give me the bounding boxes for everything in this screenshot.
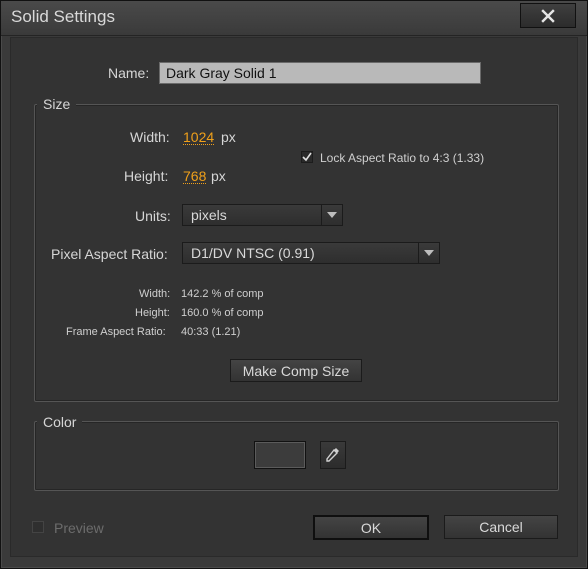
close-icon bbox=[541, 8, 555, 23]
chevron-down-icon bbox=[321, 205, 342, 225]
info-width-value: 142.2 % of comp bbox=[181, 288, 264, 300]
units-dropdown[interactable]: pixels bbox=[182, 204, 343, 226]
height-unit: px bbox=[211, 168, 226, 184]
preview-label: Preview bbox=[54, 520, 104, 536]
info-width-label: Width: bbox=[139, 288, 171, 300]
pixel-aspect-ratio-label: Pixel Aspect Ratio: bbox=[51, 246, 168, 262]
name-input[interactable] bbox=[159, 62, 481, 84]
solid-settings-dialog: Solid Settings Name: Size Width: 1024 px… bbox=[0, 0, 588, 569]
eyedropper-icon bbox=[326, 448, 339, 462]
units-label: Units: bbox=[135, 208, 171, 224]
pixel-aspect-ratio-dropdown[interactable]: D1/DV NTSC (0.91) bbox=[182, 242, 440, 264]
units-value: pixels bbox=[191, 207, 227, 223]
chevron-down-icon bbox=[418, 243, 439, 263]
title-bar: Solid Settings bbox=[1, 1, 587, 36]
width-unit: px bbox=[221, 129, 236, 145]
info-height-value: 160.0 % of comp bbox=[181, 307, 264, 319]
make-comp-size-button[interactable]: Make Comp Size bbox=[230, 359, 362, 382]
color-group-title: Color bbox=[37, 414, 83, 430]
ok-button[interactable]: OK bbox=[313, 515, 429, 540]
cancel-button[interactable]: Cancel bbox=[444, 515, 558, 539]
info-frame-aspect-label: Frame Aspect Ratio: bbox=[66, 326, 166, 338]
close-button[interactable] bbox=[520, 3, 576, 28]
info-frame-aspect-value: 40:33 (1.21) bbox=[181, 326, 241, 338]
width-label: Width: bbox=[130, 129, 170, 145]
checkmark-icon bbox=[302, 152, 312, 162]
eyedropper-button[interactable] bbox=[320, 441, 346, 469]
lock-aspect-label[interactable]: Lock Aspect Ratio to 4:3 (1.33) bbox=[320, 151, 484, 165]
name-label: Name: bbox=[108, 65, 150, 81]
window-title: Solid Settings bbox=[11, 7, 115, 26]
color-swatch[interactable] bbox=[254, 441, 306, 469]
lock-aspect-checkbox[interactable] bbox=[301, 151, 313, 163]
dialog-content: Name: Size Width: 1024 px Height: 768 px… bbox=[10, 37, 578, 557]
size-group-title: Size bbox=[37, 96, 77, 112]
height-value[interactable]: 768 bbox=[183, 169, 207, 184]
height-label: Height: bbox=[124, 168, 169, 184]
width-value[interactable]: 1024 bbox=[183, 130, 215, 145]
preview-checkbox[interactable] bbox=[32, 521, 44, 533]
info-height-label: Height: bbox=[135, 307, 170, 319]
pixel-aspect-ratio-value: D1/DV NTSC (0.91) bbox=[191, 245, 315, 261]
